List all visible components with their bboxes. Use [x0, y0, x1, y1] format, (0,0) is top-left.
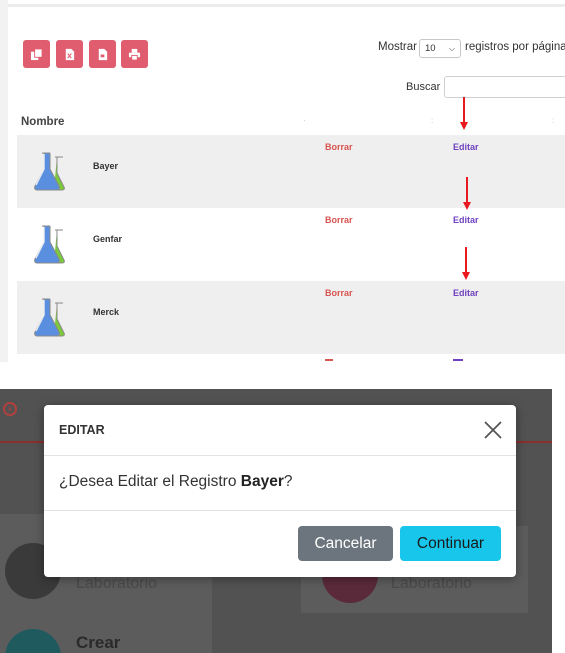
modal-title: EDITAR: [59, 423, 105, 437]
copy-button[interactable]: [23, 40, 50, 68]
table-row: Merck Borrar Editar: [17, 281, 565, 354]
background-card-label: Laboratorio: [76, 575, 157, 592]
delete-link-partial[interactable]: [325, 359, 333, 361]
table-row: Bayer Borrar Editar: [17, 135, 565, 208]
laboratory-table-panel: Mostrar 10 ⌵ registros por página Buscar…: [0, 0, 565, 362]
flask-icon: [34, 225, 65, 264]
column-header-nombre[interactable]: Nombre: [21, 116, 64, 128]
pdf-button[interactable]: [89, 40, 116, 68]
modal-message: ¿Desea Editar el Registro Bayer?: [59, 473, 293, 491]
records-per-page-label: registros por página: [465, 41, 565, 53]
background-card-label: Laboratorio: [391, 575, 472, 592]
chevron-down-icon: ⌵: [448, 44, 455, 53]
excel-icon: [65, 48, 75, 60]
table-row-partial: [17, 354, 565, 362]
copy-icon: [30, 47, 43, 60]
top-edge: [8, 4, 565, 7]
modal-header: EDITAR: [44, 405, 516, 456]
background-heading: [0, 475, 6, 498]
row-name: Genfar: [93, 234, 123, 244]
print-button[interactable]: [121, 40, 148, 68]
sort-indicator[interactable]: ·: [303, 116, 306, 125]
close-icon[interactable]: [482, 419, 504, 441]
background-page-title: [26, 401, 30, 417]
close-circle-icon: ×: [3, 402, 17, 416]
cancel-button[interactable]: Cancelar: [298, 526, 393, 561]
modal-body: ¿Desea Editar el Registro Bayer?: [44, 456, 516, 511]
page-length-value: 10: [425, 43, 436, 54]
sort-indicator[interactable]: :: [431, 116, 433, 125]
modal-message-suffix: ?: [283, 473, 293, 490]
print-icon: [128, 48, 141, 61]
search-input[interactable]: [444, 76, 565, 98]
annotation-arrow-icon: [463, 177, 471, 210]
excel-button[interactable]: [56, 40, 83, 68]
table-row: Genfar Borrar Editar: [17, 208, 565, 281]
delete-link[interactable]: Borrar: [325, 215, 353, 225]
delete-link[interactable]: Borrar: [325, 288, 353, 298]
annotation-arrow-icon: [460, 97, 468, 130]
row-name: Bayer: [93, 161, 119, 171]
modal-record-name: Bayer: [240, 473, 284, 490]
page-length-select[interactable]: 10 ⌵: [419, 39, 461, 58]
annotation-arrow-icon: [462, 247, 470, 280]
flask-icon: [34, 152, 65, 191]
search-label: Buscar: [406, 81, 441, 93]
sort-indicator[interactable]: :: [552, 116, 554, 125]
pdf-icon: [98, 48, 108, 60]
show-entries-label: Mostrar: [378, 41, 417, 53]
edit-link[interactable]: Editar: [453, 142, 479, 152]
edit-link[interactable]: Editar: [453, 288, 479, 298]
modal-message-prefix: ¿Desea Editar el Registro: [59, 473, 241, 490]
left-edge: [0, 0, 8, 362]
continue-button[interactable]: Continuar: [400, 526, 501, 561]
delete-link[interactable]: Borrar: [325, 142, 353, 152]
row-name: Merck: [93, 307, 120, 317]
flask-icon: [34, 298, 65, 337]
background-create-label: Crear: [76, 633, 121, 652]
edit-link[interactable]: Editar: [453, 215, 479, 225]
edit-link-partial[interactable]: [453, 359, 463, 361]
edit-confirm-modal: EDITAR ¿Desea Editar el Registro Bayer? …: [44, 405, 516, 577]
